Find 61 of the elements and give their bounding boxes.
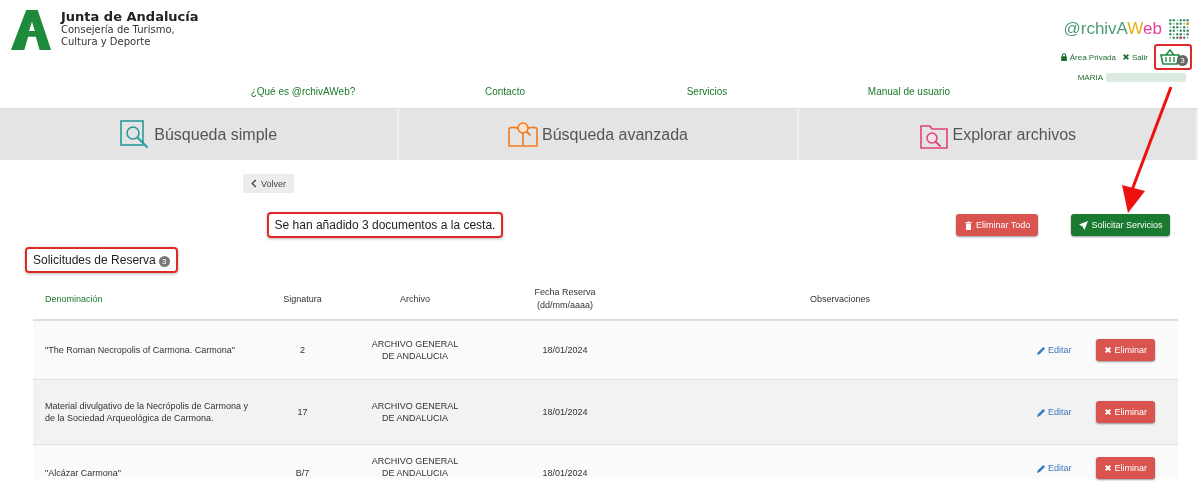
basket-button[interactable]: 3 <box>1154 44 1192 70</box>
send-icon <box>1079 220 1089 230</box>
table-cell: "The Roman Necropolis of Carmona. Carmona" <box>45 345 235 355</box>
table-cell: Material divulgativo de la Necrópolis de Carmona y de la Sociedad Arqueológica de Carmona. <box>45 401 249 423</box>
section-title-text: Solicitudes de Reserva <box>33 253 156 267</box>
action-button[interactable]: Solicitar Servicios <box>1071 214 1171 236</box>
trash-icon <box>964 220 973 230</box>
basket-message: Se han añadido 3 documentos a la cesta. <box>266 212 504 238</box>
table-cell: 17 <box>297 407 308 417</box>
column-header[interactable]: Observaciones <box>655 292 1025 306</box>
count-badge: 3 <box>158 256 170 267</box>
chevron-left-icon <box>251 179 257 188</box>
tab[interactable]: Búsqueda avanzada <box>399 109 799 160</box>
delete-button[interactable]: Eliminar <box>1095 339 1156 361</box>
column-header[interactable]: Signatura <box>250 292 355 306</box>
table-cell: 18/01/2024 <box>542 345 588 355</box>
table-cell: 2 <box>300 345 305 355</box>
search-icon <box>120 119 151 150</box>
user-link[interactable]: Área Privada <box>1059 52 1116 62</box>
table-cell: 18/01/2024 <box>542 468 588 478</box>
action-button[interactable]: Eliminar Todo <box>956 214 1039 236</box>
table-cell: "Alcázar Carmona" <box>45 468 121 478</box>
junta-logo-icon <box>9 8 53 52</box>
tab[interactable]: Explorar archivos <box>798 109 1198 160</box>
brand-name: @rchivAWeb <box>1063 19 1162 39</box>
close-icon <box>1103 408 1112 416</box>
user-name: MARIA <box>1077 73 1103 82</box>
delete-button[interactable]: Eliminar <box>1095 401 1156 423</box>
organization-name: Junta de Andalucía <box>61 9 199 24</box>
close-icon <box>1103 464 1112 472</box>
nav-link[interactable]: Contacto <box>485 85 525 97</box>
column-header[interactable]: Denominación <box>33 292 250 306</box>
basket-count-badge: 3 <box>1177 55 1188 66</box>
nav-link[interactable]: ¿Qué es @rchivAWeb? <box>250 85 356 97</box>
close-icon <box>1103 346 1112 354</box>
edit-link[interactable]: Editar <box>1037 406 1072 418</box>
pencil-icon <box>1037 345 1046 355</box>
table-cell: 18/01/2024 <box>542 407 588 417</box>
pencil-icon <box>1037 463 1046 473</box>
table-cell: B/7 <box>295 468 310 478</box>
close-icon <box>1122 53 1130 61</box>
dot-globe-icon <box>1166 16 1192 42</box>
back-button[interactable]: Volver <box>243 174 294 193</box>
table-cell-text: ARCHIVO GENERAL DE ANDALUCIA <box>370 338 460 362</box>
basket-icon <box>1160 49 1180 65</box>
table-cell-text: ARCHIVO GENERAL DE ANDALUCIA <box>370 400 460 424</box>
tab[interactable]: Búsqueda simple <box>0 109 400 160</box>
user-link[interactable]: Salir <box>1122 52 1148 62</box>
nav-link[interactable]: Servicios <box>686 85 728 97</box>
delete-button[interactable]: Eliminar <box>1095 457 1156 479</box>
edit-link[interactable]: Editar <box>1037 462 1072 474</box>
department-name: Consejería de Turismo, <box>61 24 176 36</box>
edit-link[interactable]: Editar <box>1037 344 1072 356</box>
table-cell-text: ARCHIVO GENERAL DE ANDALUCIA <box>370 455 460 479</box>
pencil-icon <box>1037 407 1046 417</box>
open-book-search-icon <box>508 119 539 150</box>
lock-icon <box>1059 53 1068 61</box>
column-header[interactable]: Archivo <box>355 292 475 306</box>
column-header[interactable]: Fecha Reserva (dd/mm/aaaa) <box>475 286 655 312</box>
nav-link[interactable]: Manual de usuario <box>867 85 951 97</box>
department-name: Cultura y Deporte <box>61 36 152 48</box>
